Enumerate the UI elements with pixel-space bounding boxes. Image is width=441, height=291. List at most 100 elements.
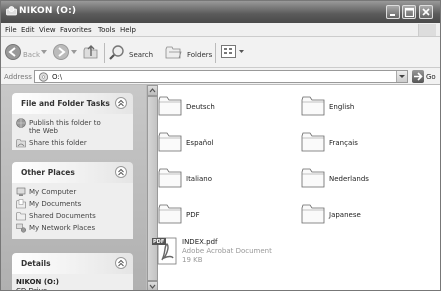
shared-folder-icon [16, 212, 26, 221]
address-label: Address [4, 73, 32, 81]
file-type: Adobe Acrobat Document [182, 247, 272, 255]
folder-item[interactable]: Français [301, 131, 401, 155]
maximize-icon [404, 7, 414, 17]
folder-icon [301, 204, 325, 224]
window-title: NIKON (O:) [19, 6, 77, 16]
menu-file[interactable]: File [5, 26, 17, 34]
up-folder-icon[interactable] [83, 44, 99, 60]
minimize-button[interactable] [386, 5, 400, 19]
close-button[interactable] [419, 5, 433, 19]
back-dropdown-arrow-icon[interactable] [41, 50, 47, 55]
go-button[interactable] [412, 70, 424, 83]
views-icon[interactable] [221, 45, 245, 59]
panel-header[interactable]: File and Folder Tasks [12, 93, 133, 114]
address-input[interactable]: O:\ [34, 70, 408, 83]
forward-icon[interactable] [53, 44, 69, 60]
menu-view[interactable]: View [39, 26, 56, 34]
file-list: Deutsch English Español Français Italian… [152, 85, 440, 290]
folder-label: Japanese [329, 211, 361, 219]
folder-item[interactable]: PDF [158, 203, 258, 227]
go-label[interactable]: Go [426, 73, 436, 81]
folder-item[interactable]: Japanese [301, 203, 401, 227]
folder-label: Français [329, 139, 358, 147]
back-button[interactable]: Back [23, 51, 40, 59]
folder-icon [158, 96, 182, 116]
toolbar-separator [215, 43, 216, 63]
explorer-window: NIKON (O:) File Edit View Favorites Tool… [0, 0, 441, 291]
file-size: 19 KB [182, 256, 203, 264]
task-label: Share this folder [29, 139, 87, 147]
other-places-panel: Other Places My Computer My Documents Sh… [12, 162, 133, 239]
details-name: NIKON (O:) [16, 278, 59, 286]
search-button[interactable]: Search [129, 51, 153, 59]
panel-header[interactable]: Details [12, 253, 133, 274]
place-label: Shared Documents [29, 212, 96, 220]
panel-title: Other Places [21, 168, 75, 177]
place-my-documents[interactable]: My Documents [16, 199, 128, 209]
search-icon[interactable] [108, 43, 126, 61]
task-share-folder[interactable]: Share this folder [16, 138, 128, 148]
panel-body: My Computer My Documents Shared Document… [12, 183, 133, 239]
title-bar[interactable]: NIKON (O:) [1, 1, 440, 23]
details-panel: Details NIKON (O:) CD Drive [12, 253, 133, 291]
menu-favorites[interactable]: Favorites [60, 26, 92, 34]
computer-icon [16, 187, 26, 196]
scroll-down-button[interactable] [147, 281, 158, 290]
folder-label: Italiano [186, 175, 212, 183]
folders-icon[interactable] [165, 44, 183, 60]
place-label: My Documents [29, 200, 82, 208]
folder-icon [301, 96, 325, 116]
file-folder-tasks-panel: File and Folder Tasks Publish this folde… [12, 93, 133, 150]
folder-icon [158, 204, 182, 224]
panel-body: Publish this folder to the Web Share thi… [12, 114, 133, 150]
collapse-button[interactable] [115, 257, 127, 269]
folder-label: Deutsch [186, 103, 215, 111]
folders-button[interactable]: Folders [187, 51, 212, 59]
toolbar: Back Search Folders [1, 37, 440, 68]
chevron-up-icon [118, 99, 124, 107]
details-type: CD Drive [16, 287, 48, 291]
back-icon[interactable] [5, 44, 21, 60]
address-value: O:\ [52, 73, 63, 81]
minimize-icon [390, 14, 395, 16]
folder-label: English [329, 103, 355, 111]
folder-label: PDF [186, 211, 200, 219]
menu-tools[interactable]: Tools [98, 26, 115, 34]
address-dropdown-button[interactable] [396, 71, 407, 82]
chevron-down-icon [149, 284, 156, 289]
folder-item[interactable]: Deutsch [158, 95, 258, 119]
folder-item[interactable]: Español [158, 131, 258, 155]
place-shared-documents[interactable]: Shared Documents [16, 211, 128, 221]
file-item[interactable]: PDF INDEX.pdf Adobe Acrobat Document 19 … [152, 236, 292, 270]
panel-title: File and Folder Tasks [21, 99, 110, 108]
go-icon [414, 72, 423, 81]
scroll-up-button[interactable] [147, 85, 158, 96]
share-folder-icon [16, 139, 26, 148]
chevron-up-icon [118, 259, 124, 267]
chevron-up-icon [149, 88, 156, 93]
toolbar-separator [104, 43, 105, 63]
menu-edit[interactable]: Edit [21, 26, 35, 34]
panel-body: NIKON (O:) CD Drive [12, 274, 133, 291]
chevron-down-icon [399, 75, 405, 78]
menu-help[interactable]: Help [120, 26, 136, 34]
windows-flag-logo [418, 24, 436, 36]
folder-item[interactable]: Italiano [158, 167, 258, 191]
task-publish-to-web[interactable]: Publish this folder to the Web [16, 118, 128, 135]
drive-icon [38, 72, 49, 82]
place-my-computer[interactable]: My Computer [16, 187, 128, 197]
place-label: My Network Places [29, 224, 96, 232]
menu-bar: File Edit View Favorites Tools Help [1, 23, 440, 37]
place-my-network-places[interactable]: My Network Places [16, 223, 128, 233]
task-label: Publish this folder to the Web [29, 119, 101, 135]
forward-dropdown-arrow-icon[interactable] [71, 50, 77, 55]
folder-icon [301, 168, 325, 188]
folder-item[interactable]: English [301, 95, 401, 119]
collapse-button[interactable] [115, 97, 127, 109]
globe-icon [16, 118, 26, 128]
folder-item[interactable]: Nederlands [301, 167, 401, 191]
close-icon [422, 8, 430, 16]
maximize-button[interactable] [402, 5, 416, 19]
collapse-button[interactable] [115, 166, 127, 178]
panel-header[interactable]: Other Places [12, 162, 133, 183]
